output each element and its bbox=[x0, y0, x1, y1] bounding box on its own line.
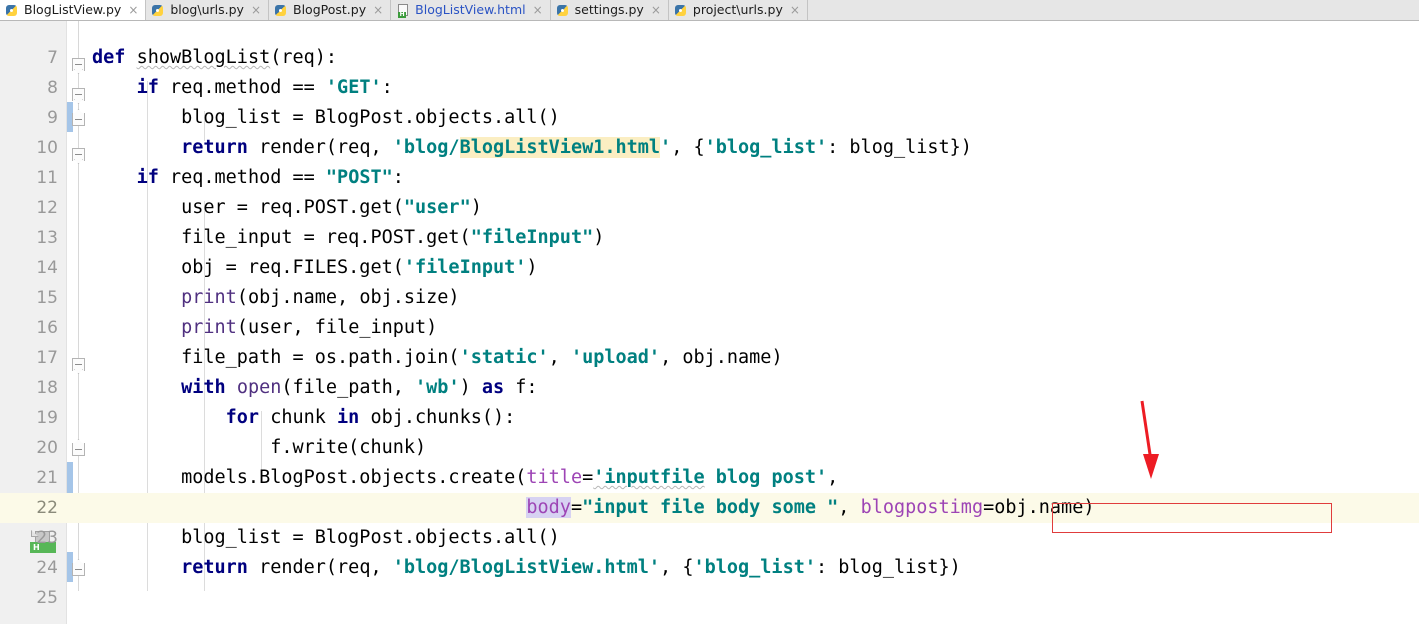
tab-settings-py[interactable]: settings.py × bbox=[550, 0, 669, 20]
code-line[interactable]: 11 if req.method == "POST": bbox=[0, 163, 1419, 193]
line-number: 10 bbox=[36, 138, 58, 158]
code-line-text: for chunk in obj.chunks(): bbox=[225, 407, 516, 428]
code-editor[interactable]: H 7 def showBlogList(req): 8 if req.meth… bbox=[0, 21, 1419, 624]
line-number: 23 bbox=[36, 528, 58, 548]
line-number: 18 bbox=[36, 378, 58, 398]
line-number: 9 bbox=[47, 108, 58, 128]
tab-label: project\urls.py bbox=[692, 1, 783, 17]
code-line-text: with open(file_path, 'wb') as f: bbox=[181, 377, 538, 398]
code-line[interactable]: 7 def showBlogList(req): bbox=[0, 43, 1419, 73]
line-number: 11 bbox=[36, 168, 58, 188]
code-line-text: print(obj.name, obj.size) bbox=[181, 287, 460, 308]
code-line-text: if req.method == "POST": bbox=[136, 167, 404, 188]
code-line[interactable]: 24 return render(req, 'blog/BlogListView… bbox=[0, 553, 1419, 583]
code-line[interactable]: 8 if req.method == 'GET': bbox=[0, 73, 1419, 103]
line-number: 7 bbox=[47, 48, 58, 68]
code-line[interactable]: 13 file_input = req.POST.get("fileInput"… bbox=[0, 223, 1419, 253]
code-line[interactable]: 12 user = req.POST.get("user") bbox=[0, 193, 1419, 223]
code-line-text: body="input file body some ", blogpostim… bbox=[526, 497, 1095, 518]
python-file-icon bbox=[152, 4, 165, 17]
html-file-icon bbox=[397, 3, 410, 18]
close-icon[interactable]: × bbox=[533, 4, 543, 16]
tab-label: BlogListView.html bbox=[415, 1, 526, 17]
code-line[interactable]: 19 for chunk in obj.chunks(): bbox=[0, 403, 1419, 433]
tab-label: BlogPost.py bbox=[293, 1, 367, 17]
line-number: 13 bbox=[36, 228, 58, 248]
code-line-text: obj = req.FILES.get('fileInput') bbox=[92, 257, 538, 278]
line-number: 15 bbox=[36, 288, 58, 308]
code-line-text: file_path = os.path.join('static', 'uplo… bbox=[92, 347, 783, 368]
line-number: 17 bbox=[36, 348, 58, 368]
tab-project-urls-py[interactable]: project\urls.py × bbox=[668, 0, 808, 20]
code-line-text: blog_list = BlogPost.objects.all() bbox=[92, 527, 560, 548]
close-icon[interactable]: × bbox=[128, 4, 138, 16]
code-line-text: return render(req, 'blog/BlogListView1.h… bbox=[181, 137, 972, 158]
python-file-icon bbox=[275, 4, 288, 17]
line-number: 22 bbox=[36, 498, 58, 518]
code-line-text: f.write(chunk) bbox=[92, 437, 427, 458]
code-line-text: blog_list = BlogPost.objects.all() bbox=[92, 107, 560, 128]
line-number: 19 bbox=[36, 408, 58, 428]
line-number: 25 bbox=[36, 588, 58, 608]
code-line-text: if req.method == 'GET': bbox=[136, 77, 393, 98]
code-line-current[interactable]: 22 body="input file body some ", blogpos… bbox=[0, 493, 1419, 523]
tab-bloglistview-html[interactable]: BlogListView.html × bbox=[391, 0, 551, 20]
code-line[interactable]: 25 bbox=[0, 583, 1419, 613]
close-icon[interactable]: × bbox=[790, 4, 800, 16]
line-number: 21 bbox=[36, 468, 58, 488]
code-line[interactable]: 21 models.BlogPost.objects.create(title=… bbox=[0, 463, 1419, 493]
code-line[interactable]: 15 print(obj.name, obj.size) bbox=[0, 283, 1419, 313]
code-line-text: return render(req, 'blog/BlogListView.ht… bbox=[181, 557, 961, 578]
code-line-text: def showBlogList(req): bbox=[92, 47, 338, 68]
line-number: 16 bbox=[36, 318, 58, 338]
editor-tab-bar: BlogListView.py × blog\urls.py × BlogPos… bbox=[0, 0, 1419, 21]
tab-label: settings.py bbox=[574, 1, 644, 17]
tab-blog-urls-py[interactable]: blog\urls.py × bbox=[146, 0, 269, 20]
line-number: 24 bbox=[36, 558, 58, 578]
tab-label: BlogListView.py bbox=[24, 1, 122, 17]
close-icon[interactable]: × bbox=[373, 4, 383, 16]
code-line[interactable]: 17 file_path = os.path.join('static', 'u… bbox=[0, 343, 1419, 373]
code-line-text: print(user, file_input) bbox=[181, 317, 438, 338]
code-line-text: user = req.POST.get("user") bbox=[92, 197, 482, 218]
tab-label: blog\urls.py bbox=[170, 1, 244, 17]
tab-bloglistview-py[interactable]: BlogListView.py × bbox=[0, 0, 147, 20]
close-icon[interactable]: × bbox=[651, 4, 661, 16]
code-line[interactable]: 10 return render(req, 'blog/BlogListView… bbox=[0, 133, 1419, 163]
code-line-text: file_input = req.POST.get("fileInput") bbox=[92, 227, 605, 248]
line-number: 14 bbox=[36, 258, 58, 278]
code-line[interactable]: 18 with open(file_path, 'wb') as f: bbox=[0, 373, 1419, 403]
tab-blogpost-py[interactable]: BlogPost.py × bbox=[269, 0, 392, 20]
code-line[interactable]: 20 f.write(chunk) bbox=[0, 433, 1419, 463]
close-icon[interactable]: × bbox=[251, 4, 261, 16]
code-line[interactable]: 16 print(user, file_input) bbox=[0, 313, 1419, 343]
line-number: 8 bbox=[47, 78, 58, 98]
python-file-icon bbox=[6, 4, 19, 17]
python-file-icon bbox=[674, 4, 688, 17]
line-number: 12 bbox=[36, 198, 58, 218]
line-number: 20 bbox=[36, 438, 58, 458]
code-line[interactable]: 23 blog_list = BlogPost.objects.all() bbox=[0, 523, 1419, 553]
code-line[interactable]: 9 blog_list = BlogPost.objects.all() bbox=[0, 103, 1419, 133]
code-line[interactable]: 14 obj = req.FILES.get('fileInput') bbox=[0, 253, 1419, 283]
code-line-text: models.BlogPost.objects.create(title='in… bbox=[92, 467, 839, 488]
python-file-icon bbox=[556, 4, 570, 17]
